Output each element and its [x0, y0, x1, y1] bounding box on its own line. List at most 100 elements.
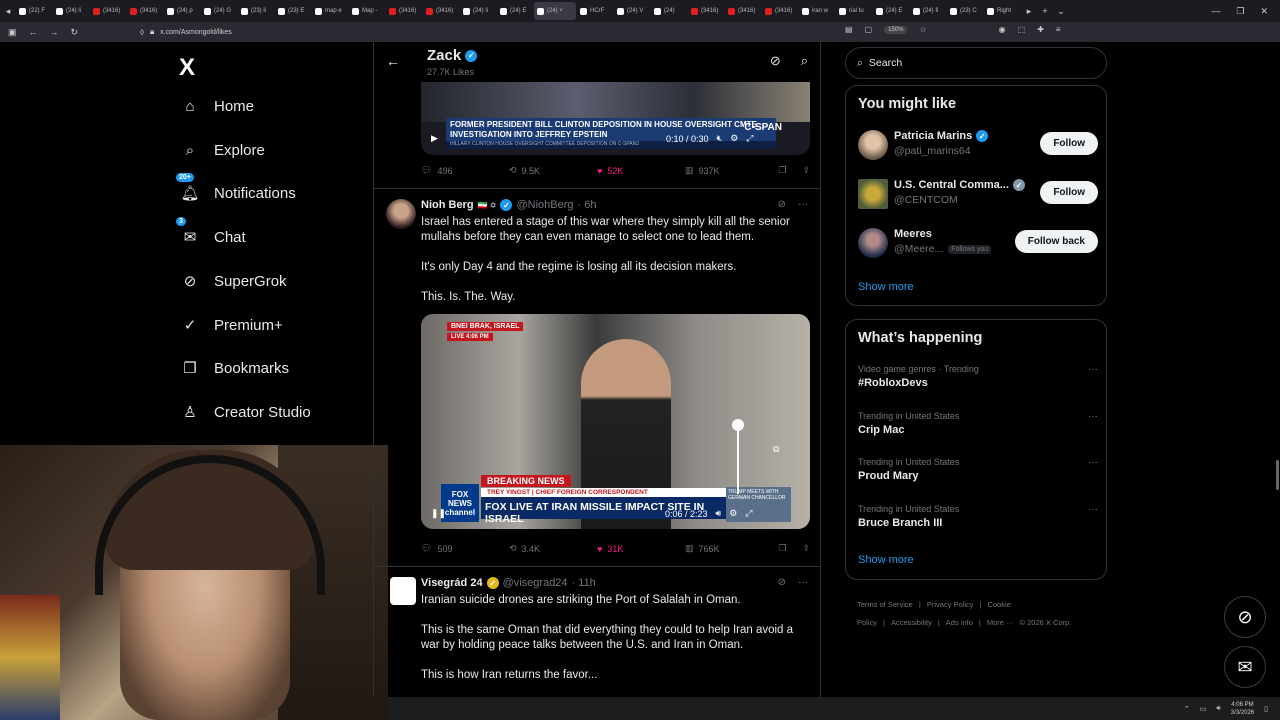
extension-icon[interactable]: ⬚	[1018, 25, 1026, 34]
follow-button[interactable]: Follow	[1040, 181, 1098, 204]
browser-tab[interactable]: map e	[312, 2, 348, 20]
fullscreen-icon[interactable]: ⤢	[745, 508, 752, 519]
browser-tab[interactable]: (3416)	[127, 2, 163, 20]
play-button[interactable]: ▶	[431, 133, 438, 144]
sidebar-item-notifications[interactable]: 🔔︎ 20+ Notifications	[176, 173, 296, 203]
sidebar-item-home[interactable]: ⌂ Home	[180, 96, 254, 116]
network-icon[interactable]: ▭	[1200, 705, 1207, 713]
shield-icon[interactable]: ◊	[140, 28, 144, 37]
sidebar-item-premium[interactable]: ✓ Premium+	[180, 315, 283, 335]
browser-tab[interactable]: (23) E	[275, 2, 311, 20]
mute-icon[interactable]: 🔇︎	[717, 133, 723, 144]
browser-tab[interactable]: (24) ×	[534, 2, 576, 20]
browser-tab[interactable]: (23) li	[238, 2, 274, 20]
browser-tab[interactable]: (24) G	[201, 2, 237, 20]
views-button[interactable]: ▥ 766K	[685, 543, 773, 554]
author-handle[interactable]: @NiohBerg	[516, 199, 573, 211]
avatar[interactable]	[858, 228, 888, 258]
back-arrow-icon[interactable]: ←	[386, 53, 400, 69]
show-more-link[interactable]: Show more	[858, 554, 914, 566]
tweet-video[interactable]: FORMER PRESIDENT BILL CLINTON DEPOSITION…	[421, 82, 810, 155]
browser-tab[interactable]: (24)	[651, 2, 687, 20]
more-icon[interactable]: ···	[798, 199, 808, 210]
settings-icon[interactable]: ⚙	[729, 508, 737, 519]
browser-tab[interactable]: (3416)	[90, 2, 126, 20]
reload-icon[interactable]: ↻	[71, 27, 79, 38]
follow-suggestion[interactable]: Patricia Marins ✓ @pati_marins64 Follow	[858, 128, 1098, 164]
pip-icon[interactable]: ⧉	[773, 444, 779, 455]
trend-item[interactable]: Trending in United States Crip Mac ···	[858, 411, 1098, 436]
like-button[interactable]: ♥ 31K	[597, 544, 685, 554]
pip-icon[interactable]: ▢	[865, 25, 873, 34]
footer-link[interactable]: Terms of Service	[857, 600, 913, 609]
grok-icon[interactable]: ⊘	[770, 53, 781, 69]
bookmark-icon[interactable]: ❐	[778, 543, 786, 554]
sidebar-item-chat[interactable]: ✉ 3 Chat	[176, 217, 246, 247]
like-button[interactable]: ♥ 52K	[597, 166, 685, 176]
sidebar-item-creator-studio[interactable]: ♙ Creator Studio	[180, 402, 310, 422]
url-field[interactable]: x.com/Asmongold/likes	[160, 29, 232, 36]
follow-back-button[interactable]: Follow back	[1014, 230, 1098, 253]
maximize-icon[interactable]: ❐	[1236, 6, 1244, 17]
volume-icon[interactable]: 🔊︎	[1216, 705, 1220, 713]
scrollbar[interactable]	[1276, 460, 1279, 490]
menu-icon[interactable]: ≡	[1056, 25, 1061, 34]
more-icon[interactable]: ···	[1088, 364, 1098, 375]
author-handle[interactable]: @visegrad24	[503, 577, 568, 589]
volume-icon[interactable]: 🔊︎	[716, 508, 722, 519]
browser-tab[interactable]: (23) C	[947, 2, 983, 20]
browser-tab[interactable]: (24) p	[164, 2, 200, 20]
pause-button[interactable]: ❚❚	[431, 508, 446, 519]
x-logo[interactable]: X	[179, 54, 195, 82]
browser-tab[interactable]: (24) E	[873, 2, 909, 20]
extensions-puzzle-icon[interactable]: ✚	[1037, 25, 1044, 34]
share-icon[interactable]: ⇪	[802, 165, 810, 176]
browser-tab[interactable]: (24) fi	[910, 2, 946, 20]
browser-tab[interactable]: (24) li	[460, 2, 496, 20]
more-icon[interactable]: ···	[798, 577, 808, 588]
bookmark-icon[interactable]: ❐	[778, 165, 786, 176]
browser-tab[interactable]: (3416)	[762, 2, 798, 20]
notification-icon[interactable]: ▯	[1264, 705, 1268, 713]
avatar[interactable]	[386, 199, 416, 229]
browser-tab[interactable]: Right	[984, 2, 1020, 20]
trend-item[interactable]: Trending in United States Bruce Branch II…	[858, 504, 1098, 529]
footer-link[interactable]: More ···	[987, 618, 1014, 627]
new-tab-button[interactable]: +	[1037, 2, 1053, 20]
forward-icon[interactable]: →	[50, 27, 59, 38]
author-name[interactable]: Nioh Berg	[421, 199, 474, 211]
more-icon[interactable]: ···	[1088, 457, 1098, 468]
volume-knob[interactable]	[732, 419, 744, 431]
close-icon[interactable]: ✕	[1260, 6, 1268, 17]
browser-tab[interactable]: (3416)	[423, 2, 459, 20]
tray-chevron-icon[interactable]: ⌃	[1184, 705, 1190, 713]
avatar[interactable]	[858, 179, 888, 209]
footer-link[interactable]: Ads info	[946, 618, 973, 627]
zoom-level[interactable]: 150%	[884, 25, 908, 34]
search-icon[interactable]: ⌕	[801, 53, 808, 69]
follow-suggestion[interactable]: Meeres @Meere... Follows you Follow back	[858, 226, 1098, 262]
trend-item[interactable]: Trending in United States Proud Mary ···	[858, 457, 1098, 482]
browser-tab[interactable]: rial tu	[836, 2, 872, 20]
settings-icon[interactable]: ⚙	[730, 133, 738, 144]
account-icon[interactable]: ◉	[999, 25, 1006, 34]
clock[interactable]: 4:06 PM 3/3/2026	[1231, 701, 1254, 717]
sidebar-toggle-icon[interactable]: ▣	[8, 27, 17, 38]
browser-tab[interactable]: (3416)	[688, 2, 724, 20]
reply-button[interactable]: 💬︎ 509	[421, 543, 509, 554]
avatar[interactable]	[858, 130, 888, 160]
follow-button[interactable]: Follow	[1040, 132, 1098, 155]
grok-icon[interactable]: ⊘	[778, 199, 786, 210]
views-button[interactable]: ▥ 937K	[685, 165, 773, 176]
follow-suggestion[interactable]: U.S. Central Comma... ✓ @CENTCOM Follow	[858, 177, 1098, 213]
tab-scroll-right-icon[interactable]: ▸	[1021, 2, 1037, 20]
back-icon[interactable]: ←	[29, 27, 38, 38]
volume-slider[interactable]	[737, 424, 739, 494]
grok-icon[interactable]: ⊘	[778, 577, 786, 588]
show-more-link[interactable]: Show more	[858, 281, 914, 293]
browser-tab[interactable]: (22) F	[16, 2, 52, 20]
tab-dropdown-icon[interactable]: ⌄	[1053, 2, 1069, 20]
trend-item[interactable]: Video game genres · Trending #RobloxDevs ·…	[858, 364, 1098, 389]
browser-tab[interactable]: (3416)	[725, 2, 761, 20]
grok-fab-button[interactable]: ⊘	[1224, 596, 1266, 638]
